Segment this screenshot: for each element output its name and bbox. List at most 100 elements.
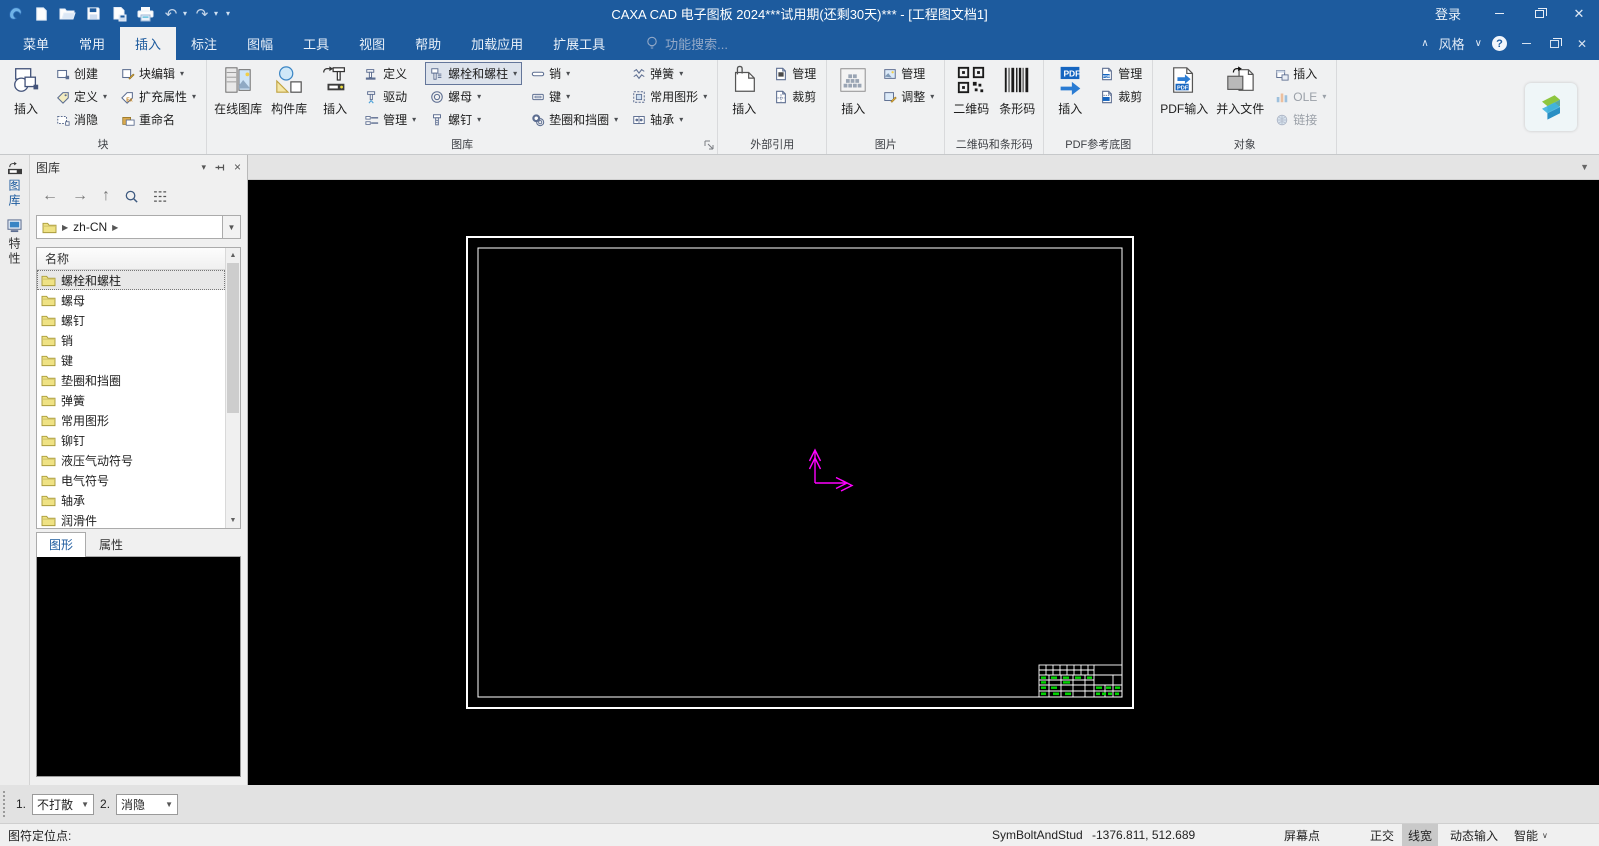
- pdf-import-button[interactable]: PDF PDF输入: [1156, 60, 1212, 117]
- library-bolt-stud-button[interactable]: 螺栓和螺柱▾: [425, 62, 522, 85]
- status-ortho-toggle[interactable]: 正交: [1364, 824, 1400, 846]
- library-bearing-button[interactable]: 轴承▾: [627, 108, 712, 131]
- status-lineweight-toggle[interactable]: 线宽: [1402, 824, 1438, 846]
- document-tabs-dropdown-icon[interactable]: ▼: [1580, 162, 1589, 172]
- assistant-logo[interactable]: [1525, 83, 1577, 131]
- qr-code-button[interactable]: 二维码: [948, 60, 994, 117]
- view-mode-icon[interactable]: [153, 190, 170, 203]
- nav-up-icon[interactable]: ↑: [102, 188, 110, 204]
- undo-button[interactable]: ↶: [160, 4, 182, 24]
- xref-manage-button[interactable]: 管理: [769, 62, 821, 85]
- library-define-button[interactable]: 定义: [360, 62, 421, 85]
- print-button[interactable]: [134, 4, 156, 24]
- barcode-button[interactable]: 条形码: [994, 60, 1040, 117]
- breadcrumb-arrow-icon[interactable]: ▶: [62, 223, 68, 232]
- list-item[interactable]: 弹簧: [37, 390, 225, 410]
- list-item[interactable]: 键: [37, 350, 225, 370]
- option2-dropdown[interactable]: 消隐 ▼: [116, 794, 178, 815]
- library-washer-button[interactable]: 垫圈和挡圈▾: [526, 108, 623, 131]
- redo-dropdown-arrow[interactable]: ▾: [214, 9, 218, 18]
- object-link-button[interactable]: 链接: [1270, 108, 1331, 131]
- library-drive-button[interactable]: 驱动: [360, 85, 421, 108]
- image-insert-button[interactable]: 插入: [830, 60, 876, 117]
- breadcrumb-arrow-icon[interactable]: ▶: [112, 223, 118, 232]
- tab-insert[interactable]: 插入: [120, 27, 176, 60]
- image-manage-button[interactable]: 管理: [878, 62, 939, 85]
- library-common-shapes-button[interactable]: 常用图形▾: [627, 85, 712, 108]
- list-item[interactable]: 铆钉: [37, 430, 225, 450]
- pdf-insert-button[interactable]: PDF 插入: [1047, 60, 1093, 117]
- tab-graphic[interactable]: 图形: [36, 532, 86, 557]
- tab-extensions[interactable]: 扩展工具: [538, 27, 620, 60]
- list-scrollbar[interactable]: ▲ ▼: [225, 248, 240, 528]
- status-dynamic-input-toggle[interactable]: 动态输入: [1444, 824, 1504, 846]
- list-item[interactable]: 螺钉: [37, 310, 225, 330]
- list-item[interactable]: 润滑件: [37, 510, 225, 528]
- option1-dropdown[interactable]: 不打散 ▼: [32, 794, 94, 815]
- list-item[interactable]: 常用图形: [37, 410, 225, 430]
- option1-dropdown-arrow[interactable]: ▼: [81, 800, 89, 809]
- minimize-button[interactable]: [1479, 0, 1519, 27]
- restore-button[interactable]: [1519, 0, 1559, 27]
- block-edit-button[interactable]: 块编辑▾: [116, 62, 201, 85]
- xref-insert-button[interactable]: 插入: [721, 60, 767, 117]
- online-library-button[interactable]: 在线图库: [210, 60, 266, 117]
- library-dialog-launcher-icon[interactable]: [704, 140, 714, 150]
- breadcrumb-path[interactable]: zh-CN: [73, 220, 107, 234]
- library-manage-button[interactable]: 管理▾: [360, 108, 421, 131]
- tab-view[interactable]: 视图: [344, 27, 400, 60]
- option2-dropdown-arrow[interactable]: ▼: [165, 800, 173, 809]
- help-icon[interactable]: ?: [1492, 36, 1507, 51]
- object-ole-button[interactable]: OLE▾: [1270, 85, 1331, 108]
- pdf-clip-button[interactable]: 裁剪: [1095, 85, 1147, 108]
- nav-forward-icon[interactable]: →: [72, 188, 88, 204]
- list-item[interactable]: 轴承: [37, 490, 225, 510]
- library-nut-button[interactable]: 螺母▾: [425, 85, 522, 108]
- list-item[interactable]: 销: [37, 330, 225, 350]
- list-item[interactable]: 垫圈和挡圈: [37, 370, 225, 390]
- doc-close-button[interactable]: ✕: [1573, 37, 1591, 51]
- scrollbar-thumb[interactable]: [227, 263, 239, 413]
- block-insert-button[interactable]: 插入: [3, 60, 49, 117]
- block-define-button[interactable]: 定义▾: [51, 85, 112, 108]
- doc-minimize-button[interactable]: [1517, 43, 1535, 44]
- component-library-button[interactable]: 构件库: [266, 60, 312, 117]
- status-screen-point[interactable]: 屏幕点: [1278, 824, 1326, 846]
- doc-restore-button[interactable]: [1545, 40, 1563, 48]
- undo-dropdown-arrow[interactable]: ▾: [183, 9, 187, 18]
- block-hide-button[interactable]: 消隐: [51, 108, 112, 131]
- object-insert-button[interactable]: 插入: [1270, 62, 1331, 85]
- open-file-button[interactable]: [56, 4, 78, 24]
- library-screw-button[interactable]: 螺钉▾: [425, 108, 522, 131]
- merge-file-button[interactable]: 并入文件: [1212, 60, 1268, 117]
- breadcrumb[interactable]: ▶ zh-CN ▶: [36, 215, 223, 239]
- customize-toolbar-arrow[interactable]: ▾: [226, 9, 230, 18]
- nav-back-icon[interactable]: ←: [42, 188, 58, 204]
- options-bar-grip[interactable]: [3, 791, 8, 817]
- close-button[interactable]: ✕: [1559, 0, 1599, 27]
- tab-annotate[interactable]: 标注: [176, 27, 232, 60]
- tab-load-app[interactable]: 加载应用: [456, 27, 538, 60]
- tab-sheet[interactable]: 图幅: [232, 27, 288, 60]
- sidebar-tab-properties[interactable]: 特性: [6, 219, 23, 267]
- panel-menu-arrow-icon[interactable]: ▾: [201, 162, 206, 173]
- library-key-button[interactable]: 键▾: [526, 85, 623, 108]
- new-file-button[interactable]: [30, 4, 52, 24]
- block-extend-attr-button[interactable]: Ex 扩充属性▾: [116, 85, 201, 108]
- function-search[interactable]: 功能搜索...: [646, 27, 728, 60]
- drawing-canvas[interactable]: [248, 180, 1599, 785]
- name-column-header[interactable]: 名称: [37, 248, 225, 270]
- sidebar-tab-library[interactable]: 图库: [6, 161, 23, 209]
- block-create-button[interactable]: 创建: [51, 62, 112, 85]
- save-button[interactable]: [82, 4, 104, 24]
- tab-help[interactable]: 帮助: [400, 27, 456, 60]
- list-item[interactable]: 电气符号: [37, 470, 225, 490]
- save-as-button[interactable]: [108, 4, 130, 24]
- library-pin-button[interactable]: 销▾: [526, 62, 623, 85]
- list-item[interactable]: 液压气动符号: [37, 450, 225, 470]
- panel-close-icon[interactable]: ×: [234, 160, 241, 174]
- block-rename-button[interactable]: 重命名: [116, 108, 201, 131]
- scroll-up-icon[interactable]: ▲: [226, 248, 240, 263]
- style-dropdown-arrow[interactable]: ∨: [1475, 38, 1482, 49]
- image-adjust-button[interactable]: 调整▾: [878, 85, 939, 108]
